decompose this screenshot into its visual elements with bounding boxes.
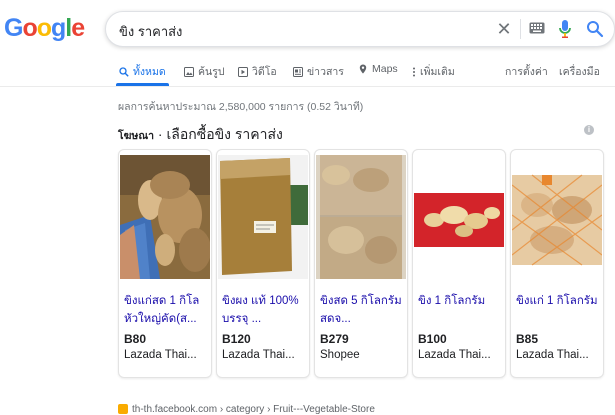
product-price: B100 <box>418 332 447 346</box>
tab-videos[interactable]: วิดีโอ <box>238 63 277 80</box>
product-title[interactable]: ขิงสด 5 กิโลกรัม สดจ... <box>320 292 406 328</box>
more-vert-icon <box>413 67 415 76</box>
product-price: B279 <box>320 332 349 346</box>
logo-letter: e <box>71 14 85 42</box>
ads-title: เลือกซื้อขิง ราคาส่ง <box>166 126 283 142</box>
search-box[interactable]: ขิง ราคาส่ง ✕ <box>105 11 615 47</box>
product-merchant: Lazada Thai... <box>124 349 197 361</box>
tab-label: ข่าวสาร <box>307 66 344 78</box>
tab-maps[interactable]: Maps <box>358 63 398 75</box>
ads-label: โฆษณา <box>118 130 154 142</box>
tab-label: ค้นรูป <box>198 66 225 78</box>
ads-header: โฆษณา · เลือกซื้อขิง ราคาส่ง <box>118 124 283 146</box>
search-tabs: ทั้งหมด ค้นรูป วิดีโอ ข่าวสาร Maps เพิ่ม… <box>0 58 615 86</box>
product-title[interactable]: ขิง 1 กิโลกรัม <box>418 292 504 328</box>
tab-label: ทั้งหมด <box>133 66 166 78</box>
tab-label: เพิ่มเติม <box>420 66 455 78</box>
product-title[interactable]: ขิงผง แท้ 100% บรรจุ ... <box>222 292 308 328</box>
tab-all[interactable]: ทั้งหมด <box>119 63 166 80</box>
product-price: B85 <box>516 332 539 346</box>
mic-icon[interactable] <box>558 19 572 39</box>
logo-letter: G <box>4 14 23 42</box>
product-price: B120 <box>222 332 251 346</box>
search-icon <box>119 66 129 77</box>
result-stats: ผลการค้นหาประมาณ 2,580,000 รายการ (0.52 … <box>118 101 364 113</box>
tabs-divider <box>0 86 615 87</box>
tab-news[interactable]: ข่าวสาร <box>293 63 344 80</box>
product-title[interactable]: ขิงแก่ 1 กิโลกรัม <box>516 292 602 328</box>
logo-letter: o <box>22 14 37 42</box>
product-image[interactable] <box>512 155 602 279</box>
result-breadcrumb: th-th.facebook.com › category › Fruit---… <box>132 404 375 415</box>
product-merchant: Shopee <box>320 349 360 361</box>
product-card[interactable]: ขิงผง แท้ 100% บรรจุ ... B120 Lazada Tha… <box>216 149 310 378</box>
search-input[interactable]: ขิง ราคาส่ง <box>119 21 182 42</box>
product-card[interactable]: ขิงแก่สด 1 กิโล หัวใหญ่คัด(ส... B80 Laza… <box>118 149 212 378</box>
product-image[interactable] <box>316 155 406 279</box>
tab-images[interactable]: ค้นรูป <box>184 63 225 80</box>
product-title[interactable]: ขิงแก่สด 1 กิโล หัวใหญ่คัด(ส... <box>124 292 210 328</box>
search-result-url[interactable]: th-th.facebook.com › category › Fruit---… <box>118 404 375 415</box>
keyboard-icon[interactable] <box>529 22 545 34</box>
search-icon[interactable] <box>586 20 604 38</box>
news-icon <box>293 66 303 77</box>
google-logo[interactable]: Google <box>4 14 85 43</box>
image-icon <box>184 66 194 77</box>
product-image[interactable] <box>218 155 308 279</box>
product-card[interactable]: ขิงสด 5 กิโลกรัม สดจ... B279 Shopee <box>314 149 408 378</box>
product-card[interactable]: ขิงแก่ 1 กิโลกรัม B85 Lazada Thai... <box>510 149 604 378</box>
product-merchant: Lazada Thai... <box>418 349 491 361</box>
ads-separator: · <box>157 126 163 142</box>
close-icon[interactable]: ✕ <box>493 18 515 40</box>
product-image[interactable] <box>120 155 210 279</box>
product-merchant: Lazada Thai... <box>222 349 295 361</box>
search-divider <box>520 19 521 39</box>
video-icon <box>238 66 248 77</box>
settings-link[interactable]: การตั้งค่า <box>505 63 548 80</box>
tools-link[interactable]: เครื่องมือ <box>559 63 600 80</box>
tab-label: วิดีโอ <box>252 66 277 78</box>
info-icon[interactable]: i <box>584 125 594 135</box>
product-merchant: Lazada Thai... <box>516 349 589 361</box>
tab-label: Maps <box>372 63 398 75</box>
logo-letter: g <box>51 14 66 42</box>
logo-letter: o <box>36 14 52 42</box>
product-card[interactable]: ขิง 1 กิโลกรัม B100 Lazada Thai... <box>412 149 506 378</box>
tab-more[interactable]: เพิ่มเติม <box>412 63 455 80</box>
product-price: B80 <box>124 332 147 346</box>
product-image[interactable] <box>414 155 504 279</box>
map-pin-icon <box>359 64 367 74</box>
